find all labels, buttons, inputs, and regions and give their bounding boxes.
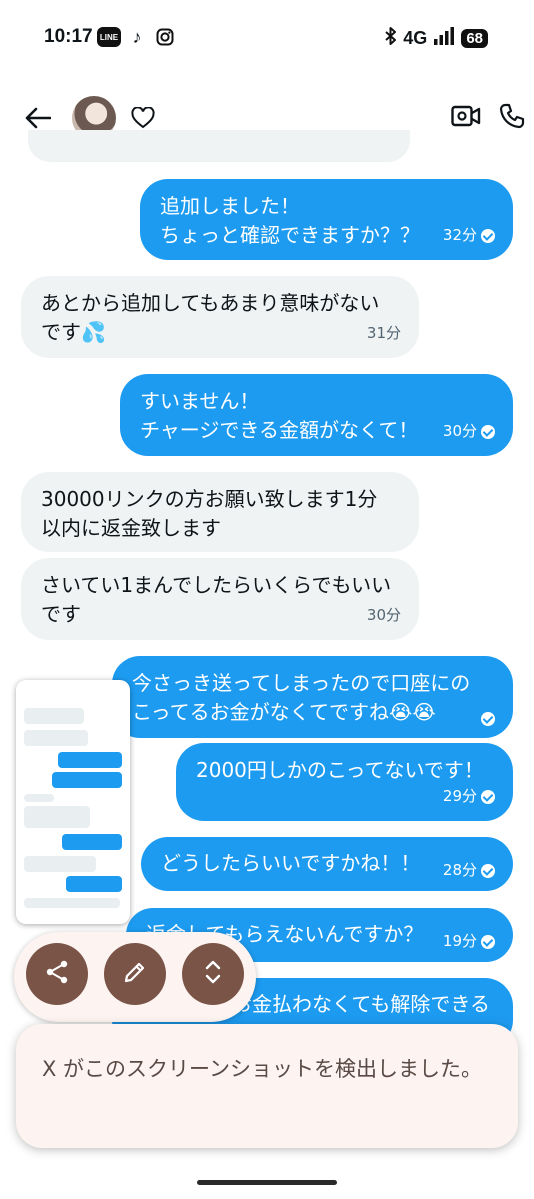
battery-icon: 68 — [461, 28, 488, 48]
thumb-bubble — [24, 708, 84, 724]
status-time: 10:17 — [44, 26, 93, 47]
message-text: 今さっき送ってしまったので口座にの こってるお金がなくてですね😭😭 — [132, 671, 471, 724]
message-time: 28分 — [442, 861, 477, 879]
message-bubble-incoming[interactable]: 30000リンクの方お願い致します1分 以内に返金致します — [21, 472, 419, 552]
message-text: あとから追加してもあまり意味がない です💦 — [41, 291, 380, 344]
message-bubble-incoming[interactable]: さいてい1まんでしたらいくらでもいい です 30分 — [21, 558, 419, 640]
read-check-icon — [481, 712, 495, 726]
video-call-icon[interactable] — [450, 100, 482, 132]
thumb-bubble — [24, 856, 96, 872]
read-check-icon — [481, 789, 495, 804]
gesture-bar[interactable] — [197, 1180, 337, 1185]
message-bubble-outgoing[interactable]: 2000円しかのこってないです！ 29分 — [176, 743, 513, 821]
bluetooth-icon — [385, 26, 397, 50]
read-check-icon — [481, 424, 495, 439]
message-time: 19分 — [442, 932, 477, 950]
thumb-input — [24, 898, 120, 908]
expand-icon — [204, 959, 222, 989]
thumb-bubble — [24, 806, 90, 828]
read-check-icon — [481, 228, 495, 243]
share-button[interactable] — [26, 943, 88, 1005]
message-text: さいてい1まんでしたらいくらでもいい です — [41, 573, 392, 626]
message-time: 30分 — [366, 606, 401, 624]
message-time: 32分 — [442, 226, 477, 244]
screenshot-detected-toast: X がこのスクリーンショットを検出しました。 — [16, 1024, 518, 1148]
instagram-app-icon — [155, 27, 175, 47]
edit-button[interactable] — [104, 943, 166, 1005]
message-meta: 31分 — [367, 319, 401, 348]
thumb-bubble — [62, 834, 122, 850]
heart-icon[interactable] — [128, 104, 158, 132]
screenshot-preview[interactable] — [16, 680, 130, 924]
line-app-icon: LINE — [97, 27, 121, 47]
network-type: 4G — [403, 27, 428, 48]
status-right: 4G 68 — [385, 26, 488, 50]
message-text: 30000リンクの方お願い致します1分 以内に返金致します — [41, 487, 378, 540]
message-bubble-outgoing[interactable]: 追加しました！ ちょっと確認できますか？？ 32分 — [140, 179, 513, 260]
message-meta: 19分 — [443, 927, 495, 956]
message-time: 30分 — [442, 422, 477, 440]
message-meta — [481, 712, 495, 726]
message-bubble-outgoing[interactable]: どうしたらいいですかね！！ 28分 — [141, 837, 513, 891]
message-bubble-incoming[interactable]: あとから追加してもあまり意味がない です💦 31分 — [21, 276, 419, 358]
expand-button[interactable] — [182, 943, 244, 1005]
message-meta: 28分 — [443, 856, 495, 885]
thumb-bubble — [58, 752, 122, 768]
signal-icon — [433, 26, 455, 50]
share-icon — [44, 959, 70, 989]
message-meta: 30分 — [443, 417, 495, 446]
thumb-bubble — [66, 876, 122, 892]
message-time: 31分 — [366, 324, 401, 342]
phone-icon[interactable] — [496, 100, 528, 132]
message-time: 29分 — [442, 787, 477, 805]
read-check-icon — [481, 934, 495, 949]
message-bubble-partial — [28, 130, 410, 162]
message-bubble-outgoing[interactable]: すいません！ チャージできる金額がなくて！ 30分 — [120, 374, 513, 456]
status-bar: 10:17 LINE ♪ 4G 68 — [0, 0, 534, 74]
thumb-bubble — [52, 772, 122, 788]
read-check-icon — [481, 863, 495, 878]
message-text: 2000円しかのこってないです！ — [196, 758, 484, 782]
message-meta: 29分 — [443, 782, 495, 811]
message-meta: 30分 — [367, 601, 401, 630]
thumb-bubble — [24, 794, 54, 802]
toast-text: X がこのスクリーンショットを検出しました。 — [42, 1057, 483, 1081]
tiktok-app-icon: ♪ — [132, 26, 142, 47]
screenshot-actions — [14, 932, 256, 1022]
message-text: お金払わなくても解除できる — [232, 992, 490, 1016]
message-bubble-outgoing[interactable]: 今さっき送ってしまったので口座にの こってるお金がなくてですね😭😭 — [112, 656, 513, 738]
thumb-bubble — [24, 730, 88, 746]
message-meta: 32分 — [443, 221, 495, 250]
pencil-icon — [123, 960, 147, 988]
